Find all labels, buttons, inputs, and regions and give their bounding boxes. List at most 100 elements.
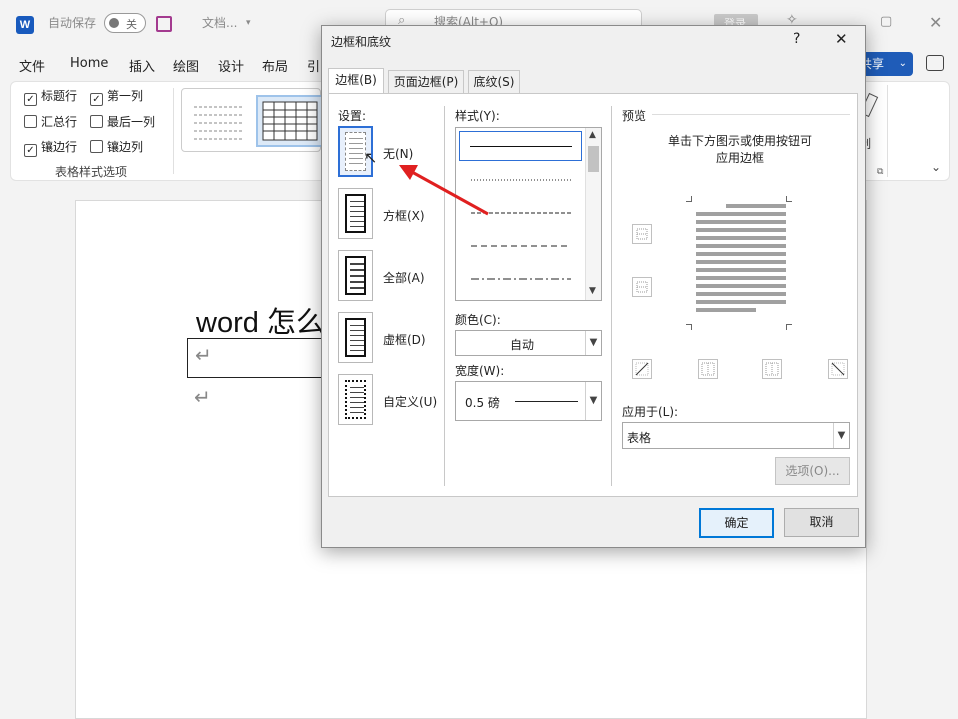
group-label: 表格样式选项 <box>55 165 128 179</box>
scroll-thumb[interactable] <box>588 146 599 172</box>
list-scrollbar[interactable]: ▲ ▼ <box>585 128 601 300</box>
inside-vertical-border-button[interactable] <box>762 359 782 379</box>
help-icon[interactable]: ? <box>793 31 800 47</box>
chevron-down-icon[interactable]: ▼ <box>589 286 596 296</box>
checkbox-empty-icon <box>90 115 103 128</box>
option-label: 最后一列 <box>107 115 156 129</box>
option-first-column[interactable]: ✓ 第一列 <box>90 89 143 106</box>
option-label: 镶边列 <box>107 140 144 154</box>
toggle-knob <box>109 18 119 28</box>
inside-horizontal-border-button[interactable] <box>632 277 652 297</box>
return-mark-icon: ↵ <box>195 343 212 367</box>
setting-grid-icon[interactable] <box>338 312 373 363</box>
diagonal-down-border-button[interactable] <box>828 359 848 379</box>
chevron-down-icon: ▼ <box>585 382 601 420</box>
apply-to-label: 应用于(L): <box>622 405 679 419</box>
color-label: 颜色(C): <box>455 313 501 327</box>
comments-icon[interactable] <box>926 55 944 71</box>
width-select[interactable]: 0.5 磅 ▼ <box>455 381 602 421</box>
ok-button[interactable]: 确定 <box>699 508 774 538</box>
word-app-icon: W <box>16 16 34 34</box>
setting-box-label[interactable]: 方框(X) <box>383 207 425 224</box>
menu-references[interactable]: 引 <box>307 56 320 75</box>
menu-insert[interactable]: 插入 <box>129 56 155 75</box>
top-border-button[interactable] <box>632 224 652 244</box>
borders-shading-dialog: 边框和底纹 ? ✕ 边框(B) 页面边框(P) 底纹(S) 设置: ↖ 无(N)… <box>321 25 866 548</box>
option-banded-columns[interactable]: 镶边列 <box>90 140 143 154</box>
line-style-list[interactable]: ▲ ▼ <box>455 127 602 301</box>
border-preview[interactable] <box>686 196 792 330</box>
option-last-column[interactable]: 最后一列 <box>90 115 155 129</box>
menu-design[interactable]: 设计 <box>218 56 244 75</box>
chevron-down-icon: ▼ <box>833 423 849 448</box>
column-divider <box>444 106 445 486</box>
tab-borders[interactable]: 边框(B) <box>328 68 384 93</box>
option-header-row[interactable]: ✓ 标题行 <box>24 89 77 106</box>
menu-home[interactable]: Home <box>70 56 108 71</box>
option-label: 镶边行 <box>41 140 78 154</box>
chevron-down-icon: ⌄ <box>898 58 907 69</box>
cancel-button[interactable]: 取消 <box>784 508 859 537</box>
width-label: 宽度(W): <box>455 364 505 378</box>
setting-custom-icon[interactable] <box>338 374 373 425</box>
preview-hint-line2: 应用边框 <box>716 151 765 165</box>
tab-page-border[interactable]: 页面边框(P) <box>388 70 464 94</box>
chevron-down-icon: ▼ <box>585 331 601 355</box>
autosave-label: 自动保存 <box>48 16 97 30</box>
document-name[interactable]: 文档... <box>202 15 237 31</box>
apply-to-value: 表格 <box>627 431 652 445</box>
color-value: 自动 <box>510 338 535 352</box>
autosave-toggle[interactable]: 关 <box>104 13 146 33</box>
option-total-row[interactable]: 汇总行 <box>24 115 77 129</box>
preview-rule <box>652 114 850 115</box>
setting-label: 设置: <box>338 109 367 123</box>
diagonal-up-border-button[interactable] <box>632 359 652 379</box>
options-button[interactable]: 选项(O)... <box>775 457 850 485</box>
setting-none-label[interactable]: 无(N) <box>383 145 413 162</box>
style-label: 样式(Y): <box>455 109 500 123</box>
setting-custom-label[interactable]: 自定义(U) <box>383 393 437 410</box>
document-heading[interactable]: word 怎么 <box>196 299 325 341</box>
option-label: 第一列 <box>107 89 144 103</box>
column-divider <box>611 106 612 486</box>
checkbox-checked-icon: ✓ <box>90 93 103 106</box>
checkbox-empty-icon <box>90 140 103 153</box>
menu-layout[interactable]: 布局 <box>262 56 288 75</box>
checkbox-checked-icon: ✓ <box>24 144 37 157</box>
restore-window-icon[interactable]: ▢ <box>880 14 892 29</box>
chevron-up-icon[interactable]: ▲ <box>589 130 596 140</box>
table-cell[interactable]: ↵ <box>187 338 327 378</box>
close-dialog-icon[interactable]: ✕ <box>835 30 848 48</box>
tab-shading[interactable]: 底纹(S) <box>468 70 520 94</box>
grid-table-style-thumb[interactable] <box>256 95 324 147</box>
group-divider <box>887 85 888 177</box>
chevron-down-icon[interactable]: ▾ <box>246 15 251 31</box>
setting-box-icon[interactable] <box>338 188 373 239</box>
menu-file[interactable]: 文件 <box>19 56 45 75</box>
apply-to-select[interactable]: 表格 ▼ <box>622 422 850 449</box>
setting-grid-label[interactable]: 虚框(D) <box>383 331 426 348</box>
setting-all-label[interactable]: 全部(A) <box>383 269 425 286</box>
close-window-icon[interactable]: ✕ <box>929 13 942 32</box>
save-icon[interactable] <box>156 16 172 32</box>
dialog-launcher-icon[interactable]: ⧉ <box>877 167 883 177</box>
collapse-ribbon-icon[interactable]: ⌄ <box>931 160 941 174</box>
group-divider <box>173 88 174 174</box>
width-sample-line <box>515 401 578 402</box>
setting-all-icon[interactable] <box>338 250 373 301</box>
checkbox-checked-icon: ✓ <box>24 93 37 106</box>
mouse-cursor-icon: ↖ <box>364 148 378 167</box>
color-select[interactable]: 自动 ▼ <box>455 330 602 356</box>
dialog-title: 边框和底纹 <box>331 35 392 49</box>
autosave-state: 关 <box>126 18 137 31</box>
option-banded-rows[interactable]: ✓ 镶边行 <box>24 140 77 157</box>
preview-label: 预览 <box>622 109 647 123</box>
preview-hint-line1: 单击下方图示或使用按钮可 <box>668 134 813 148</box>
return-mark-icon: ↵ <box>194 385 211 409</box>
menu-draw[interactable]: 绘图 <box>173 56 199 75</box>
left-border-button[interactable] <box>698 359 718 379</box>
width-value: 0.5 磅 <box>465 396 500 410</box>
checkbox-empty-icon <box>24 115 37 128</box>
option-label: 标题行 <box>41 89 78 103</box>
line-style-options[interactable] <box>456 128 586 302</box>
